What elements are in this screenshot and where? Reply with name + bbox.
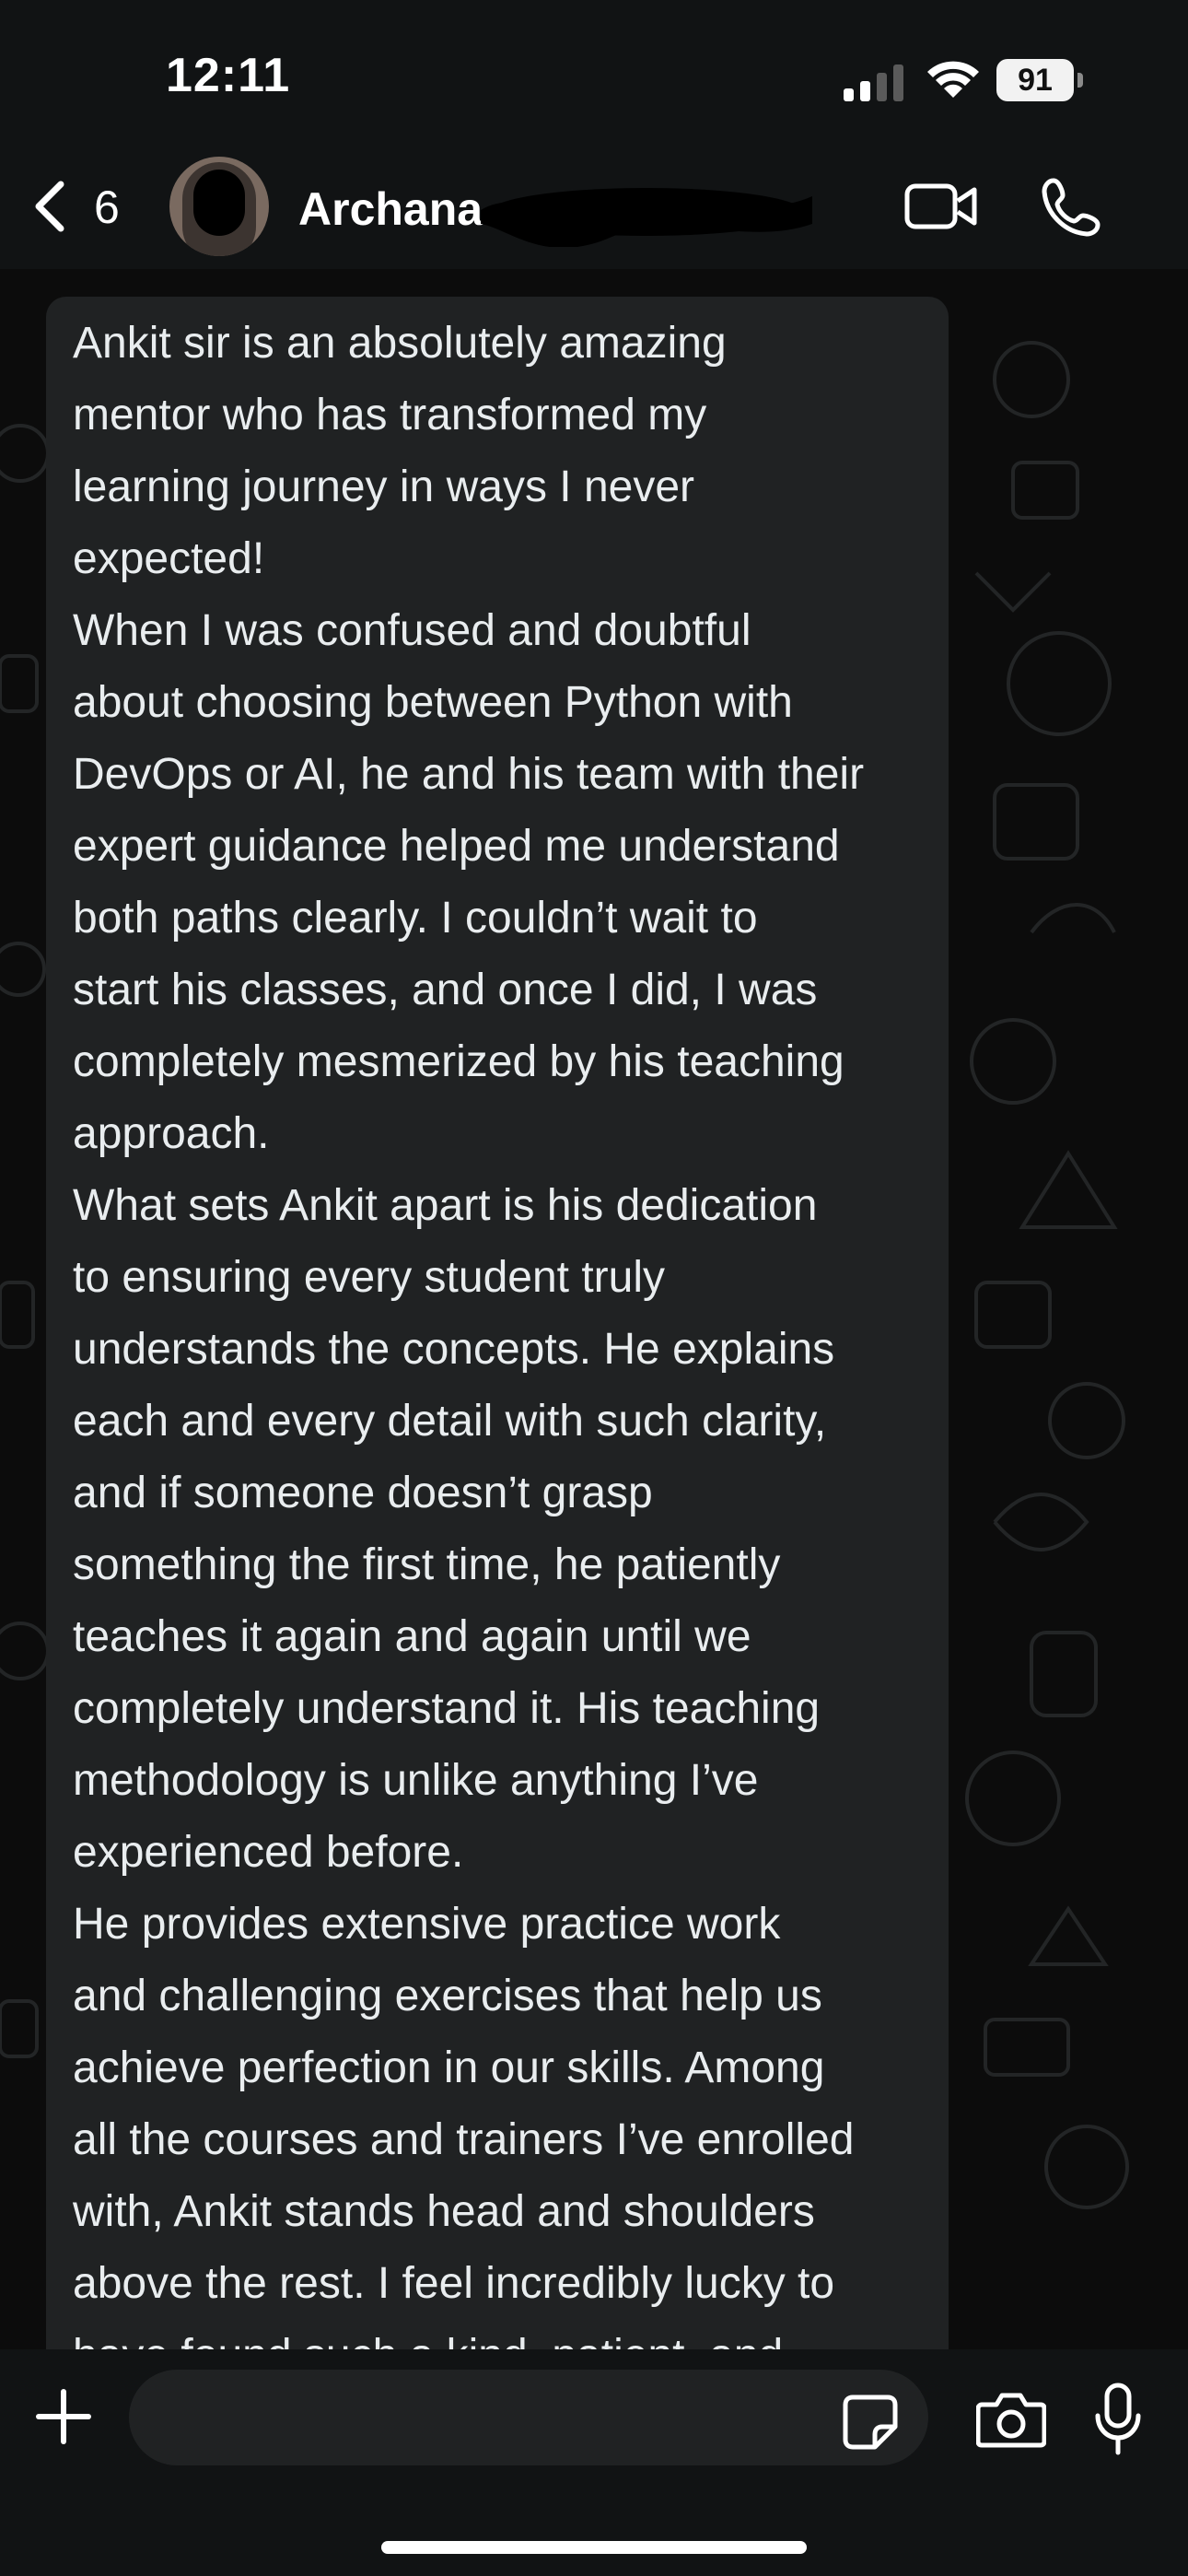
message-text: Ankit sir is an absolutely amazing mento… [73, 319, 865, 2349]
cellular-signal-icon [844, 64, 903, 101]
status-time: 12:11 [166, 49, 291, 102]
avatar[interactable] [169, 157, 269, 256]
wifi-icon [927, 61, 979, 98]
message-input-bar [0, 2349, 1188, 2576]
message-input[interactable] [129, 2370, 928, 2465]
camera-icon[interactable] [976, 2390, 1046, 2449]
back-button[interactable]: 6 [29, 179, 140, 234]
battery-level: 91 [1018, 63, 1053, 98]
battery-icon: 91 [996, 59, 1085, 101]
sticker-icon[interactable] [842, 2394, 899, 2451]
chat-area[interactable]: Ankit sir is an absolutely amazing mento… [0, 269, 1188, 2349]
microphone-icon[interactable] [1094, 2383, 1142, 2456]
contact-name[interactable]: Archana [298, 182, 483, 236]
incoming-message-bubble[interactable]: Ankit sir is an absolutely amazing mento… [46, 297, 949, 2349]
chevron-left-icon [35, 181, 64, 232]
video-call-icon[interactable] [904, 181, 978, 232]
plus-icon[interactable] [35, 2388, 92, 2445]
unread-count: 6 [94, 181, 120, 233]
redaction-scribble [481, 188, 812, 247]
home-indicator[interactable] [381, 2541, 807, 2554]
status-bar: 12:11 91 [0, 0, 1188, 157]
phone-icon[interactable] [1041, 177, 1101, 238]
chat-header: 6 Archana [0, 138, 1188, 269]
